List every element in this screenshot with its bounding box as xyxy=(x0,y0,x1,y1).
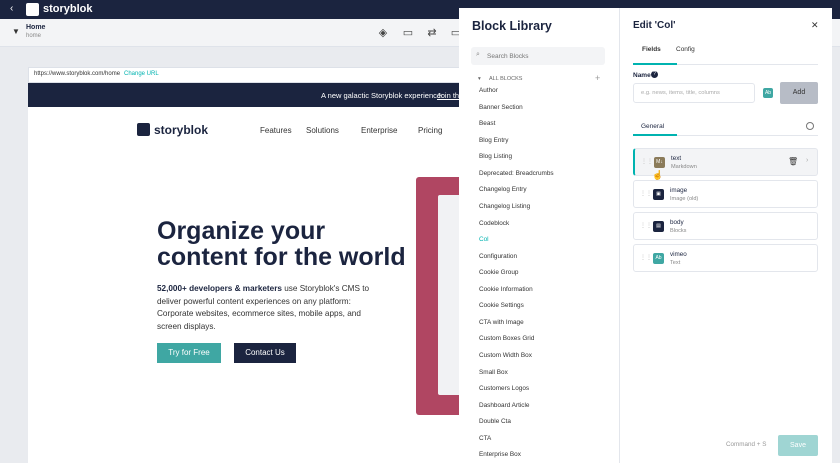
swap-icon[interactable]: ⇄ xyxy=(425,26,439,40)
add-block-icon[interactable]: + xyxy=(595,73,600,83)
site-preview[interactable]: A new galactic Storyblok experience: Joi… xyxy=(28,83,468,463)
markdown-icon: M↓ xyxy=(654,157,665,168)
block-item-active[interactable]: Col xyxy=(479,236,489,243)
close-icon[interactable]: ✕ xyxy=(811,20,819,31)
block-item[interactable]: Customers Logos xyxy=(479,385,529,392)
field-kind: Markdown xyxy=(671,164,697,170)
drag-handle-icon[interactable]: ⋮⋮ xyxy=(641,158,653,165)
chevron-right-icon[interactable]: › xyxy=(806,157,808,164)
block-item[interactable]: Cookie Settings xyxy=(479,302,524,309)
block-item[interactable]: Double Cta xyxy=(479,418,511,425)
block-item[interactable]: Blog Listing xyxy=(479,153,512,160)
edit-block-panel: Edit 'Col' ✕ Fields Config Name ? Ab Add… xyxy=(620,8,832,463)
block-item[interactable]: Cookie Group xyxy=(479,269,518,276)
block-item[interactable]: Cookie Information xyxy=(479,286,533,293)
field-row[interactable]: ⋮⋮ ▤ body Blocks xyxy=(633,212,818,240)
save-button[interactable]: Save xyxy=(778,435,818,456)
preview-url: https://www.storyblok.com/home xyxy=(34,71,121,77)
image-icon: ▣ xyxy=(653,189,664,200)
collapse-icon[interactable]: ▾ xyxy=(478,76,481,82)
nav-enterprise[interactable]: Enterprise xyxy=(361,126,397,135)
block-search: ⌕ xyxy=(471,47,605,65)
layers-icon[interactable]: ◈ xyxy=(376,26,390,40)
field-kind: Blocks xyxy=(670,228,687,234)
group-active-indicator xyxy=(633,134,677,136)
page-slug: home xyxy=(26,33,42,39)
hero-paragraph-bold: 52,000+ developers & marketers xyxy=(157,284,282,293)
group-settings-icon[interactable] xyxy=(806,122,814,130)
page-title: Home xyxy=(26,24,46,31)
site-banner: A new galactic Storyblok experience: Joi… xyxy=(28,83,468,107)
try-for-free-button[interactable]: Try for Free xyxy=(157,343,221,363)
field-kind: Text xyxy=(670,260,681,266)
block-item[interactable]: Blog Entry xyxy=(479,137,508,144)
block-list: Author Banner Section Beast Blog Entry B… xyxy=(459,85,620,463)
chevron-down-icon[interactable]: ▼ xyxy=(12,27,20,36)
site-logo-icon xyxy=(137,123,150,136)
block-item[interactable]: Deprecated: Breadcrumbs xyxy=(479,170,554,177)
block-item[interactable]: Codeblock xyxy=(479,220,509,227)
hero-heading-line1: Organize your xyxy=(157,217,326,245)
field-name: image xyxy=(670,187,688,194)
block-item[interactable]: Custom Width Box xyxy=(479,352,532,359)
banner-text: A new galactic Storyblok experience: xyxy=(321,91,444,100)
change-url-link[interactable]: Change URL xyxy=(124,71,159,77)
banner-link[interactable]: Join th xyxy=(437,91,459,100)
field-name: vimeo xyxy=(670,251,687,258)
help-icon[interactable]: ? xyxy=(651,71,658,78)
tab-config[interactable]: Config xyxy=(676,46,695,53)
block-item[interactable]: Custom Boxes Grid xyxy=(479,335,534,342)
hero-heading-line2: content for the world xyxy=(157,243,406,271)
block-item[interactable]: Enterprise Box xyxy=(479,451,521,458)
all-blocks-group[interactable]: ▾ ALL BLOCKS xyxy=(478,76,522,82)
preview-url-bar: https://www.storyblok.com/home Change UR… xyxy=(28,67,468,83)
comment-icon[interactable]: ▭ xyxy=(401,26,415,40)
hero-paragraph: 52,000+ developers & marketers use Story… xyxy=(157,283,372,333)
field-kind: Image (old) xyxy=(670,196,699,202)
blocks-icon: ▤ xyxy=(653,221,664,232)
add-field-button[interactable]: Add xyxy=(780,82,818,104)
site-brand: storyblok xyxy=(154,123,209,137)
block-item[interactable]: Configuration xyxy=(479,253,517,260)
tab-fields[interactable]: Fields xyxy=(642,46,661,53)
edit-title: Edit 'Col' xyxy=(633,20,676,31)
nav-solutions[interactable]: Solutions xyxy=(306,126,339,135)
block-item[interactable]: Changelog Listing xyxy=(479,203,530,210)
field-name: body xyxy=(670,219,684,226)
block-item[interactable]: CTA with Image xyxy=(479,319,524,326)
back-icon[interactable]: ‹ xyxy=(10,3,13,14)
block-item[interactable]: Beast xyxy=(479,120,495,127)
block-library-panel: Block Library ⌕ ▾ ALL BLOCKS + Author Ba… xyxy=(459,8,620,463)
all-blocks-label: ALL BLOCKS xyxy=(489,76,523,82)
block-search-input[interactable] xyxy=(487,49,599,63)
drag-handle-icon[interactable]: ⋮⋮ xyxy=(640,222,652,229)
field-name: text xyxy=(671,155,682,162)
block-library-title: Block Library xyxy=(472,19,552,33)
field-row[interactable]: ⋮⋮ ▣ image Image (old) xyxy=(633,180,818,208)
field-type-icon[interactable]: Ab xyxy=(763,88,773,98)
text-icon: Ab xyxy=(653,253,664,264)
block-item[interactable]: Author xyxy=(479,87,498,94)
trash-icon[interactable]: 🗑 xyxy=(788,157,798,166)
mouse-cursor-icon: ☝ xyxy=(652,170,664,180)
app-brand: storyblok xyxy=(43,3,93,15)
block-item[interactable]: Banner Section xyxy=(479,104,523,111)
tab-active-indicator xyxy=(633,63,677,65)
block-item[interactable]: Changelog Entry xyxy=(479,186,527,193)
nav-features[interactable]: Features xyxy=(260,126,292,135)
field-name-input[interactable] xyxy=(633,83,755,103)
tab-general[interactable]: General xyxy=(641,123,664,130)
block-item[interactable]: Small Box xyxy=(479,369,508,376)
drag-handle-icon[interactable]: ⋮⋮ xyxy=(640,254,652,261)
field-row[interactable]: ⋮⋮ Ab vimeo Text xyxy=(633,244,818,272)
contact-us-button[interactable]: Contact Us xyxy=(234,343,296,363)
nav-pricing[interactable]: Pricing xyxy=(418,126,442,135)
drag-handle-icon[interactable]: ⋮⋮ xyxy=(640,190,652,197)
save-hotkey-hint: Command + S xyxy=(726,441,767,448)
search-icon: ⌕ xyxy=(476,51,480,58)
block-item[interactable]: CTA xyxy=(479,435,491,442)
storyblok-logo xyxy=(26,3,39,16)
block-item[interactable]: Dashboard Article xyxy=(479,402,529,409)
name-label: Name xyxy=(633,72,651,79)
